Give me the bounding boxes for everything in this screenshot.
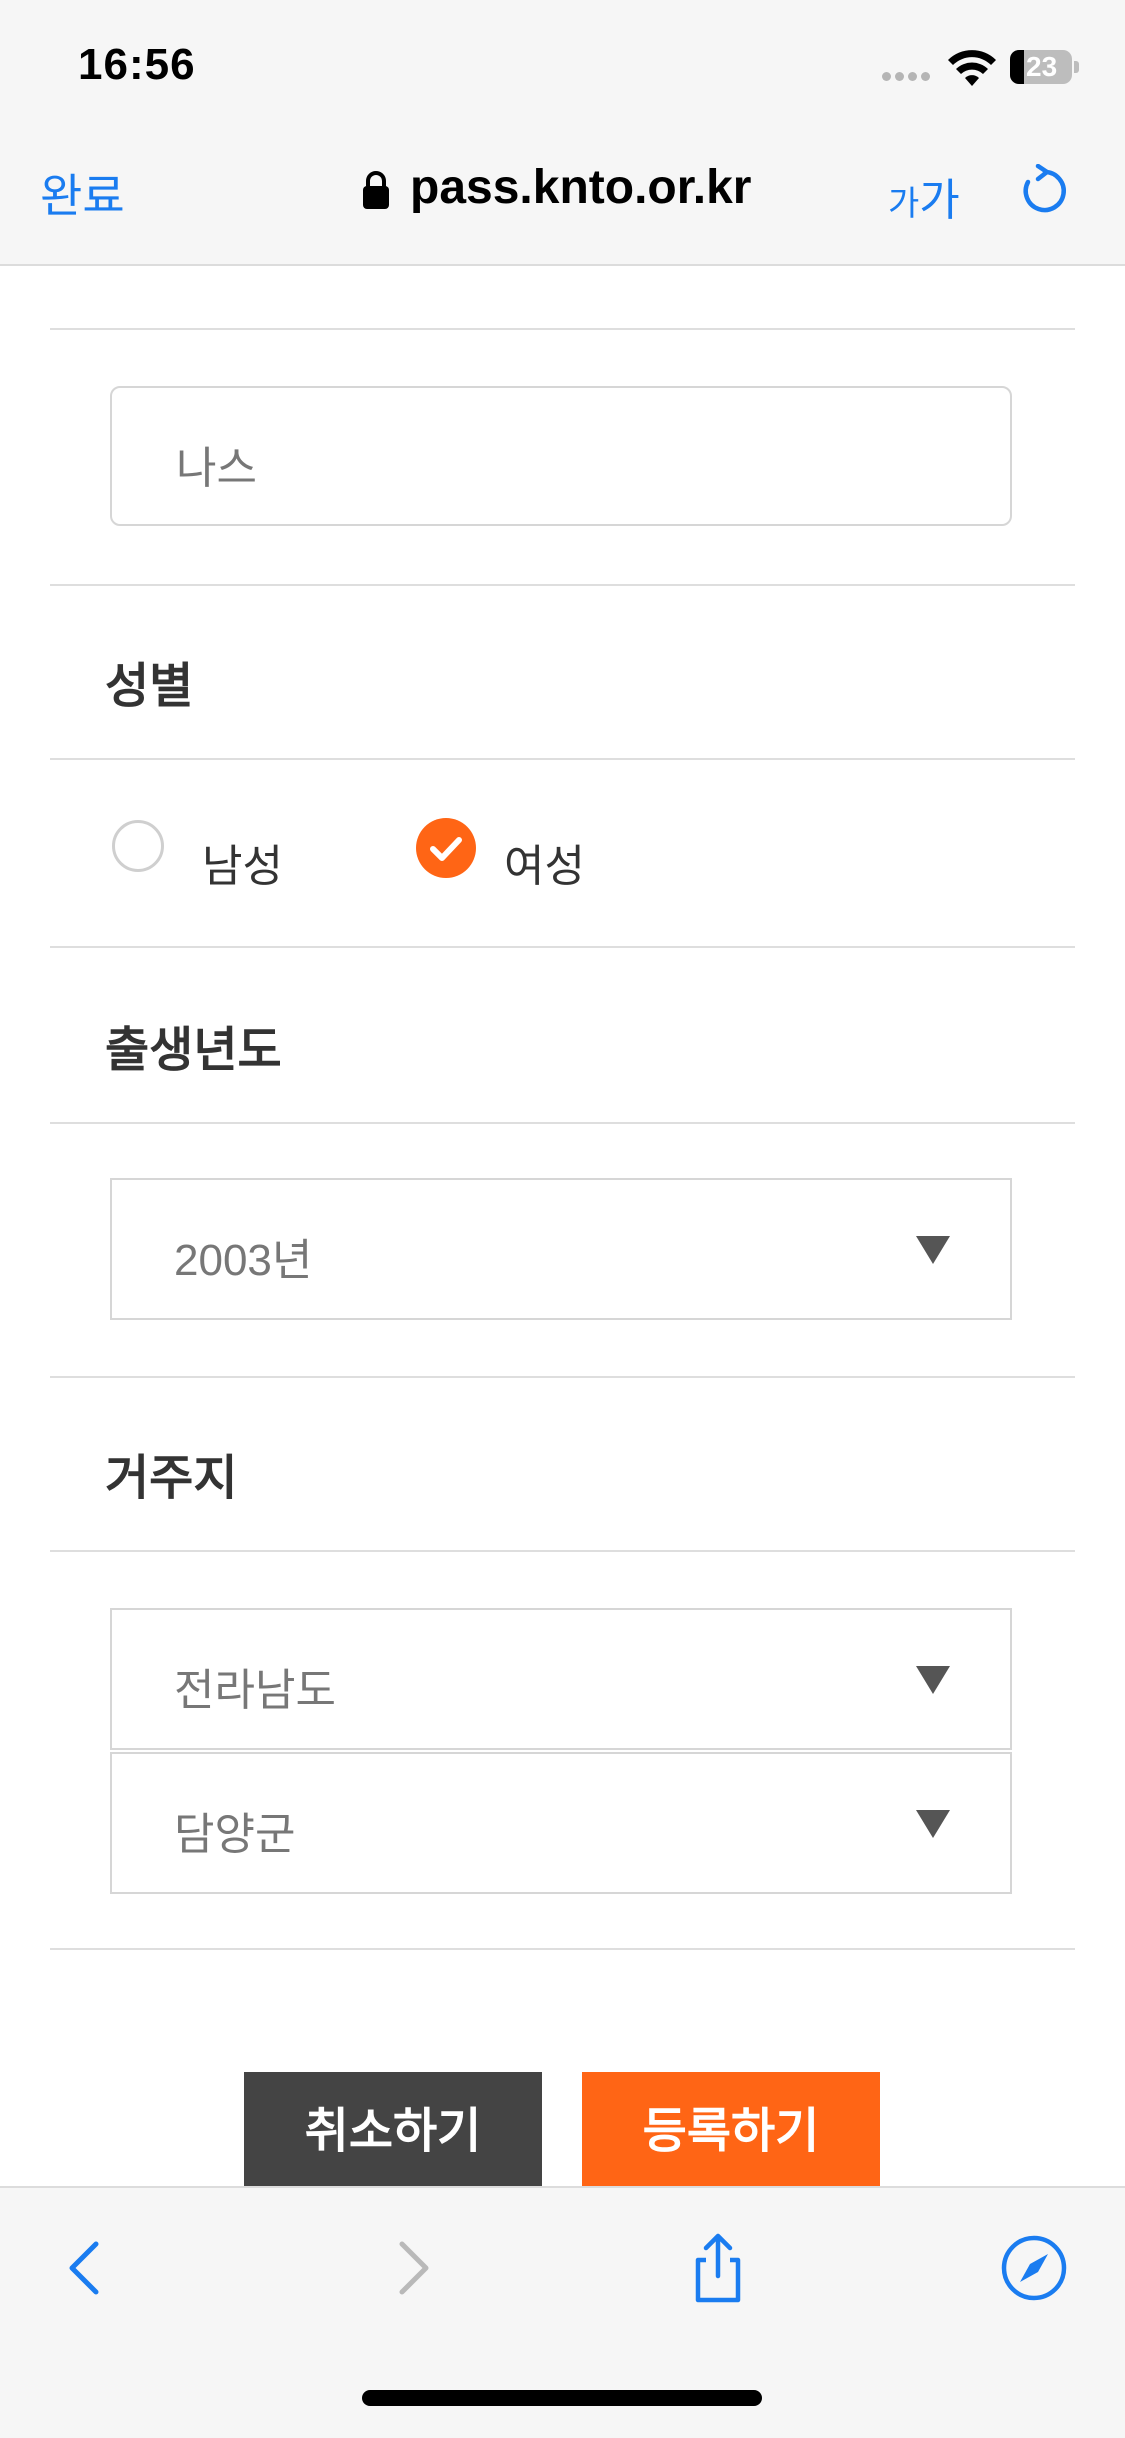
battery-icon: 23 xyxy=(1010,50,1072,84)
gender-female-label[interactable]: 여성 xyxy=(504,830,585,894)
province-value: 전라남도 xyxy=(174,1666,336,1715)
forward-icon[interactable] xyxy=(374,2232,446,2304)
status-bar: 16:56 23 xyxy=(0,0,1125,130)
divider xyxy=(50,584,1075,586)
gender-male-label[interactable]: 남성 xyxy=(202,830,283,894)
gender-male-radio[interactable] xyxy=(112,820,164,872)
compass-icon[interactable] xyxy=(998,2232,1070,2304)
birth-year-value: 2003년 xyxy=(174,1236,313,1285)
text-size-button[interactable]: 가가 xyxy=(888,164,960,228)
submit-button[interactable]: 등록하기 xyxy=(582,2072,880,2186)
name-input-value: 나스 xyxy=(176,444,257,493)
done-button[interactable]: 완료 xyxy=(40,160,125,226)
gender-female-radio[interactable] xyxy=(416,818,476,878)
registration-form: 나스 성별 남성 여성 출생년도 2003년 거주지 전라남도 담양군 취소하기… xyxy=(0,266,1125,2186)
divider xyxy=(50,946,1075,948)
wifi-icon xyxy=(948,50,996,86)
gender-title: 성별 xyxy=(105,660,194,713)
signal-icon xyxy=(882,68,934,86)
divider xyxy=(50,328,1075,330)
dropdown-arrow-icon xyxy=(916,1810,950,1838)
divider xyxy=(50,1122,1075,1124)
dropdown-arrow-icon xyxy=(916,1236,950,1264)
birth-year-select[interactable]: 2003년 xyxy=(110,1178,1012,1320)
divider xyxy=(50,758,1075,760)
residence-title: 거주지 xyxy=(105,1452,238,1505)
district-select[interactable]: 담양군 xyxy=(110,1752,1012,1894)
divider xyxy=(50,1948,1075,1950)
url-field[interactable]: pass.knto.or.kr xyxy=(410,160,751,215)
divider xyxy=(50,1376,1075,1378)
cancel-button[interactable]: 취소하기 xyxy=(244,2072,542,2186)
status-time: 16:56 xyxy=(78,40,196,89)
lock-icon xyxy=(363,171,389,209)
province-select[interactable]: 전라남도 xyxy=(110,1608,1012,1750)
battery-level: 23 xyxy=(1026,51,1058,82)
check-icon xyxy=(430,837,462,861)
home-indicator xyxy=(362,2390,762,2406)
name-input[interactable]: 나스 xyxy=(110,386,1012,526)
back-icon[interactable] xyxy=(52,2232,124,2304)
reload-icon[interactable] xyxy=(1018,164,1072,218)
birth-year-title: 출생년도 xyxy=(105,1024,282,1077)
dropdown-arrow-icon xyxy=(916,1666,950,1694)
divider xyxy=(50,1550,1075,1552)
browser-address-bar: 완료 pass.knto.or.kr 가가 xyxy=(0,130,1125,266)
district-value: 담양군 xyxy=(174,1810,296,1859)
share-icon[interactable] xyxy=(682,2232,754,2304)
